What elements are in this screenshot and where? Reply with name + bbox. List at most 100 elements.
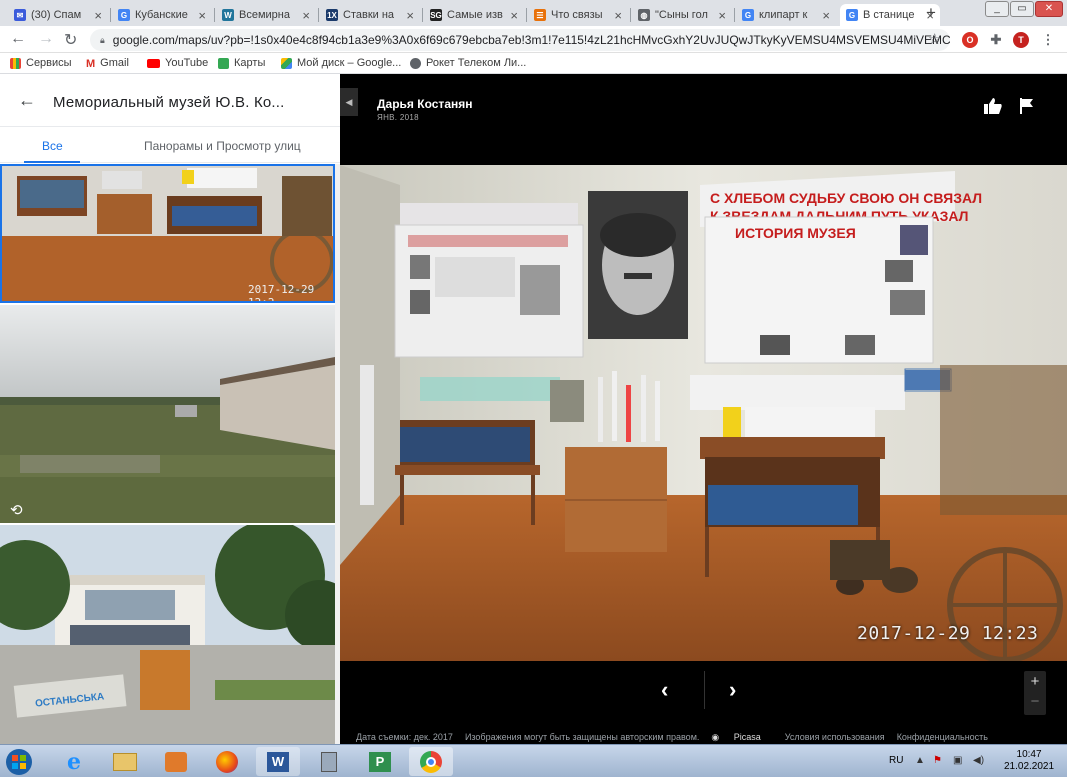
language-indicator[interactable]: RU [889, 755, 903, 766]
tab-title: Что связы [551, 9, 603, 21]
opera-extension-icon[interactable]: O [962, 32, 978, 48]
bookmark-drive[interactable]: Мой диск – Google... [281, 57, 401, 69]
close-tab-icon[interactable]: × [406, 8, 414, 23]
close-tab-icon[interactable]: × [302, 8, 310, 23]
close-tab-icon[interactable]: × [510, 8, 518, 23]
banner-line-1: С ХЛЕБОМ СУДЬБУ СВОЮ ОН СВЯЗАЛ [710, 190, 982, 206]
field-panorama-image [0, 305, 335, 523]
maximize-button[interactable]: ▭ [1010, 1, 1034, 17]
tab-panoramas[interactable]: Панорамы и Просмотр улиц [144, 139, 301, 153]
close-tab-icon[interactable]: × [198, 8, 206, 23]
collapse-panel-button[interactable]: ◀ [340, 88, 358, 116]
close-tab-icon[interactable]: × [614, 8, 622, 23]
bookmark-rocket[interactable]: Рокет Телеком Ли... [410, 57, 526, 69]
puzzle-extension-icon[interactable]: ✚ [988, 32, 1004, 48]
clock-date: 21.02.2021 [1004, 761, 1055, 772]
tab-separator [318, 8, 319, 22]
network-icon[interactable]: ▣ [953, 755, 962, 766]
photo-thumbnail-field[interactable]: ⟲ [0, 305, 335, 523]
close-window-button[interactable]: ✕ [1035, 1, 1063, 17]
tab-title: клипарт к [759, 9, 808, 21]
next-photo-button[interactable]: › [729, 677, 736, 703]
tab-title: Всемирна [239, 9, 290, 21]
thumbs-up-icon[interactable] [983, 97, 1003, 115]
new-tab-button[interactable]: + [926, 3, 936, 23]
chrome-icon [420, 750, 442, 773]
copyright-notice: Изображения могут быть защищены авторски… [464, 732, 700, 742]
drive-icon [281, 57, 292, 69]
photo-thumbnail-museum[interactable]: 2017-12-29 12:2 [0, 164, 335, 303]
google-icon: G [846, 9, 858, 21]
word-taskbar-icon[interactable]: W [256, 747, 300, 776]
tab-3[interactable]: W Всемирна × [216, 4, 316, 26]
bookmark-maps[interactable]: Карты [218, 57, 265, 69]
profile-avatar[interactable]: T [1013, 32, 1029, 48]
tab-separator [422, 8, 423, 22]
photo-viewer: ◀ Дарья Костанян ЯНВ. 2018 С ХЛЕБОМ СУДЬ… [340, 74, 1067, 744]
photo-side-panel: ← Мемориальный музей Ю.В. Ко... Все Пано… [0, 74, 340, 744]
tab-separator [526, 8, 527, 22]
tab-separator [214, 8, 215, 22]
capture-date: Дата съемки: дек. 2017 [356, 732, 453, 742]
close-tab-icon[interactable]: × [718, 8, 726, 23]
tab-2[interactable]: G Кубанские × [112, 4, 212, 26]
previous-photo-button[interactable]: ‹ [661, 677, 668, 703]
privacy-link[interactable]: Конфиденциальность [897, 732, 988, 743]
photo-date: ЯНВ. 2018 [377, 113, 419, 122]
tab-8[interactable]: Gклипарт к × [736, 4, 836, 26]
tab-separator [110, 8, 111, 22]
tab-1[interactable]: ✉ (30) Спам × [8, 4, 108, 26]
bookmark-label: Сервисы [26, 57, 72, 69]
tab-4[interactable]: 1X Ставки на × [320, 4, 420, 26]
bookmark-apps[interactable]: Сервисы [10, 57, 72, 69]
back-arrow-icon[interactable]: ← [18, 90, 36, 111]
tab-title: Кубанские [135, 9, 188, 21]
bookmark-label: Карты [234, 57, 266, 69]
photo-thumbnail-building[interactable]: ОСТАНЬСЬКА [0, 525, 335, 744]
building-exterior-image [0, 525, 335, 744]
firefox-taskbar-icon[interactable] [205, 747, 249, 776]
tray-expand-icon[interactable]: ▲ [915, 755, 925, 766]
forward-arrow-icon[interactable]: → [38, 30, 54, 48]
firefox-icon [216, 750, 238, 773]
tab-all[interactable]: Все [42, 139, 63, 153]
photo-filter-tabs: Все Панорамы и Просмотр улиц [0, 127, 340, 163]
thumbnail-timestamp: 2017-12-29 12:2 [248, 283, 315, 303]
tab-separator [734, 8, 735, 22]
ie-taskbar-icon[interactable]: e [52, 747, 96, 776]
explorer-taskbar-icon[interactable] [103, 747, 147, 776]
bookmark-label: Мой диск – Google... [297, 57, 402, 69]
reload-icon[interactable]: ↻ [64, 30, 77, 50]
tab-5[interactable]: SG Самые изв × [424, 4, 524, 26]
action-center-icon[interactable]: ⚑ [933, 755, 942, 766]
publisher-taskbar-icon[interactable]: P [358, 747, 402, 776]
terms-link[interactable]: Условия использования [785, 732, 885, 743]
nav-separator [704, 671, 705, 709]
minimize-button[interactable]: _ [985, 1, 1009, 17]
mail-icon: ✉ [14, 9, 26, 21]
back-arrow-icon[interactable]: ← [10, 30, 26, 48]
flag-icon[interactable] [1018, 97, 1036, 115]
windows-taskbar: e W P RU ▲ ⚑ ▣ ◀) 10:47 21.02.2021 [0, 744, 1067, 777]
volume-icon[interactable]: ◀) [973, 755, 984, 766]
tab-9[interactable]: GВ станице × [840, 4, 940, 26]
close-tab-icon[interactable]: × [94, 8, 102, 23]
zoom-in-button[interactable]: + [1024, 673, 1046, 690]
tab-6[interactable]: ☰ Что связы × [528, 4, 628, 26]
zoom-out-button[interactable]: − [1024, 693, 1046, 710]
chrome-taskbar-icon[interactable] [409, 747, 453, 776]
bookmark-gmail[interactable]: M Gmail [86, 57, 129, 70]
media-taskbar-icon[interactable] [154, 747, 198, 776]
active-tab-indicator [24, 161, 80, 163]
tab-7[interactable]: ◍ "Сыны гол × [632, 4, 732, 26]
bookmark-youtube[interactable]: YouTube [147, 57, 208, 69]
start-button[interactable] [2, 747, 36, 776]
address-bar[interactable]: 🔒︎ google.com/maps/uv?pb=!1s0x40e4c8f94c… [90, 29, 950, 51]
close-tab-icon[interactable]: × [822, 8, 830, 23]
menu-kebab-icon[interactable]: ⋮ [1040, 32, 1056, 48]
system-clock[interactable]: 10:47 21.02.2021 [1004, 749, 1054, 773]
calculator-taskbar-icon[interactable] [307, 747, 351, 776]
star-icon[interactable]: ☆ [928, 30, 941, 48]
photo-author[interactable]: Дарья Костанян [377, 97, 472, 111]
bookmark-label: YouTube [165, 57, 209, 69]
